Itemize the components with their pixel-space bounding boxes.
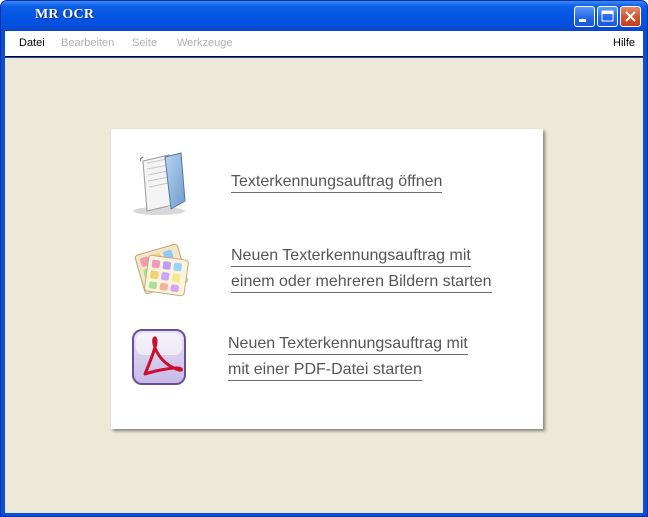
menu-seite[interactable]: Seite [132, 37, 157, 49]
app-window: MR OCR Datei Bearbeiten Seite Werkzeuge … [0, 0, 648, 517]
menu-werkzeuge[interactable]: Werkzeuge [177, 37, 232, 49]
title-bar[interactable]: MR OCR [1, 1, 647, 31]
window-title: MR OCR [35, 7, 95, 22]
new-job-images-link[interactable]: Neuen Texterkennungsauftrag mit einem od… [231, 243, 492, 295]
maximize-button[interactable] [597, 6, 618, 27]
minimize-button[interactable] [574, 6, 595, 27]
maximize-icon [601, 10, 614, 22]
menu-datei[interactable]: Datei [19, 37, 45, 49]
new-job-pdf-line-1[interactable]: Neuen Texterkennungsauftrag mit [228, 333, 468, 355]
menu-bar: Datei Bearbeiten Seite Werkzeuge Hilfe [5, 31, 643, 57]
new-job-pdf-line-2[interactable]: mit einer PDF-Datei starten [228, 359, 422, 381]
new-job-images-line-2[interactable]: einem oder mehreren Bildern starten [231, 271, 492, 293]
start-panel: Texterkennungsauftrag öffnen Neuen Texte… [111, 129, 543, 429]
menu-bearbeiten[interactable]: Bearbeiten [61, 37, 114, 49]
new-job-images-line-1[interactable]: Neuen Texterkennungsauftrag mit [231, 245, 471, 267]
pdf-icon[interactable] [129, 326, 189, 393]
open-job-link-line-1[interactable]: Texterkennungsauftrag öffnen [231, 171, 443, 193]
minimize-icon [579, 19, 586, 22]
client-area: Texterkennungsauftrag öffnen Neuen Texte… [5, 58, 643, 513]
open-job-link[interactable]: Texterkennungsauftrag öffnen [231, 169, 443, 195]
close-icon [625, 11, 636, 22]
menu-hilfe[interactable]: Hilfe [613, 37, 635, 49]
close-button[interactable] [620, 6, 641, 27]
new-job-pdf-link[interactable]: Neuen Texterkennungsauftrag mit mit eine… [228, 331, 468, 383]
images-icon[interactable] [129, 235, 193, 306]
folder-icon[interactable] [129, 151, 189, 222]
